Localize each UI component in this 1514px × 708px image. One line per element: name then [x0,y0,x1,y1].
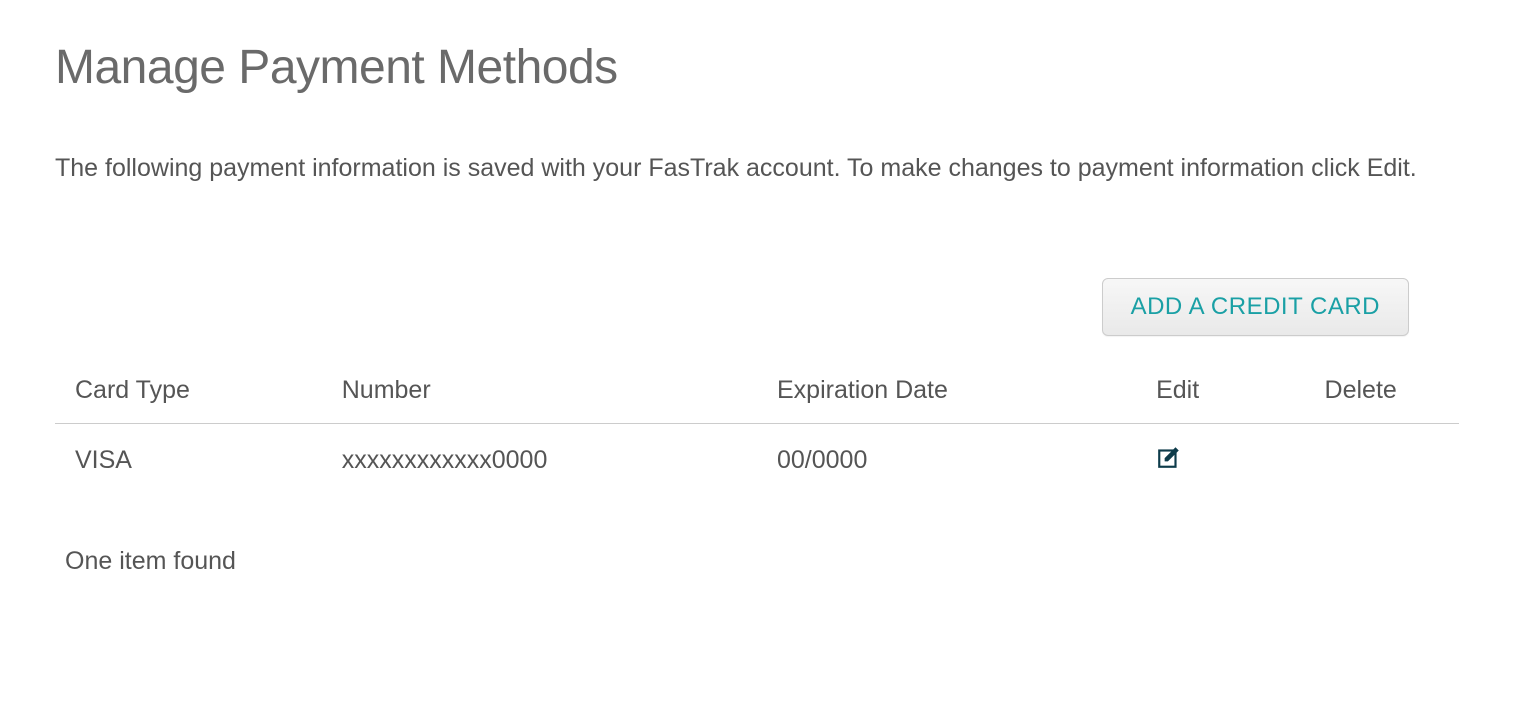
pencil-edit-icon [1156,444,1182,470]
cell-number: xxxxxxxxxxxx0000 [322,423,757,497]
action-bar: ADD A CREDIT CARD [55,278,1459,336]
payment-methods-table: Card Type Number Expiration Date Edit De… [55,366,1459,497]
page-description: The following payment information is sav… [55,150,1455,188]
table-row: VISA xxxxxxxxxxxx0000 00/0000 [55,423,1459,497]
page-title: Manage Payment Methods [55,40,1459,95]
cell-expiration: 00/0000 [757,423,1136,497]
cell-card-type: VISA [55,423,322,497]
add-credit-card-button[interactable]: ADD A CREDIT CARD [1102,278,1409,336]
header-delete: Delete [1305,366,1459,424]
header-expiration: Expiration Date [757,366,1136,424]
header-edit: Edit [1136,366,1304,424]
cell-delete [1305,423,1459,497]
header-card-type: Card Type [55,366,322,424]
result-count: One item found [55,547,1459,576]
header-number: Number [322,366,757,424]
edit-button[interactable] [1136,423,1304,497]
table-header-row: Card Type Number Expiration Date Edit De… [55,366,1459,424]
